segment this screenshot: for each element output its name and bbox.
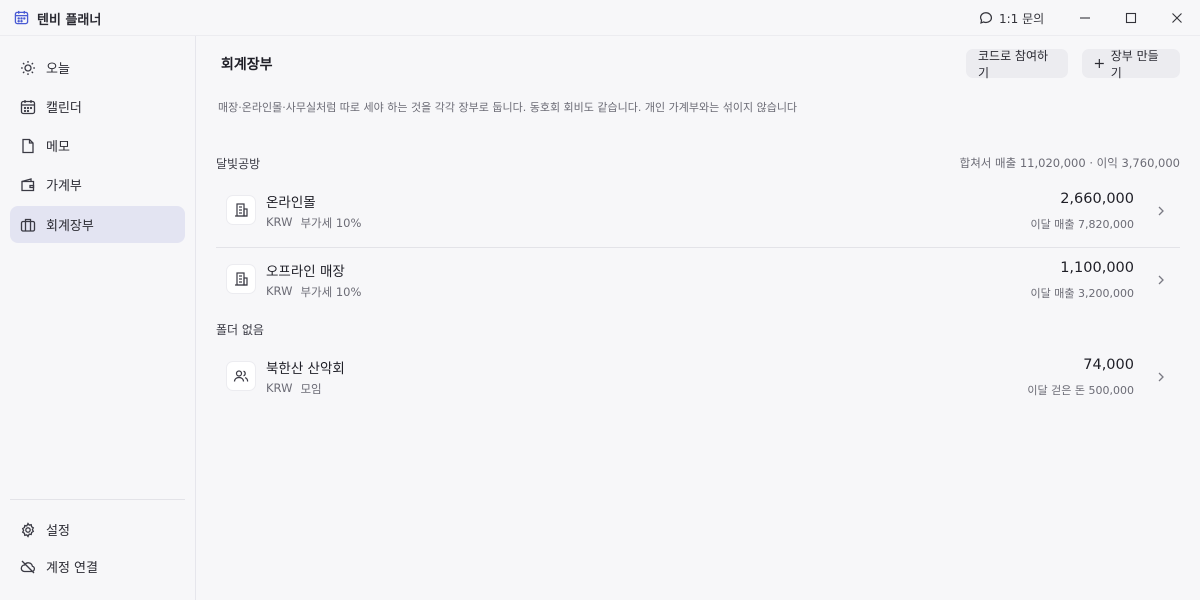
new-ledger-label: 장부 만들기	[1110, 48, 1159, 80]
ledger-sub-amount: 이달 걷은 돈 500,000	[1027, 384, 1134, 397]
ledger-sub-amount: 이달 매출 3,200,000	[1030, 287, 1134, 300]
ledger-row[interactable]: 북한산 산악회 KRW 모임 74,000 이달 걷은 돈 500,000	[216, 345, 1180, 413]
cloud-off-icon	[20, 560, 36, 573]
ledger-amount: 1,100,000	[1060, 260, 1134, 276]
ledger-meta: KRW 모임	[266, 381, 322, 397]
sidebar-item-label: 오늘	[46, 62, 70, 77]
ledger-amount: 2,660,000	[1060, 191, 1134, 207]
calendar-icon	[20, 99, 36, 114]
inquiry-button[interactable]: 1:1 문의	[979, 8, 1044, 28]
ledger-name: 오프라인 매장	[266, 264, 345, 280]
ledger-name: 온라인몰	[266, 195, 316, 211]
ledger-meta: KRW 부가세 10%	[266, 215, 361, 231]
wallet-icon	[21, 177, 35, 191]
app-title: 텐비 플래너	[37, 13, 102, 28]
sun-icon	[21, 60, 35, 75]
ledger-tag: 모임	[300, 382, 322, 396]
main-content: 회계장부 코드로 참여하기 장부 만들기 매장·온라인몰·사무실처럼 따로 세야…	[196, 36, 1200, 600]
chevron-right-icon	[1158, 275, 1164, 285]
close-button[interactable]	[1165, 6, 1189, 30]
sidebar-item-account-link[interactable]: 계정 연결	[10, 548, 185, 585]
page-description: 매장·온라인몰·사무실처럼 따로 세야 하는 것을 각각 장부로 둡니다. 동호…	[218, 101, 798, 114]
ledger-name: 북한산 산악회	[266, 361, 345, 377]
inquiry-label: 1:1 문의	[999, 11, 1045, 26]
ledger-row[interactable]: 온라인몰 KRW 부가세 10% 2,660,000 이달 매출 7,820,0…	[216, 179, 1180, 247]
sidebar-item-settings[interactable]: 설정	[10, 511, 185, 548]
ledger-amount: 74,000	[1083, 357, 1134, 373]
plus-icon	[1094, 59, 1104, 68]
gear-icon	[21, 521, 35, 538]
page-title: 회계장부	[221, 57, 273, 73]
sidebar-item-label: 회계장부	[46, 219, 94, 234]
group-summary: 합쳐서 매출 11,020,000 · 이익 3,760,000	[959, 156, 1180, 170]
minimize-button[interactable]	[1073, 6, 1097, 30]
title-bar: 텐비 플래너 1:1 문의	[0, 0, 1200, 36]
sidebar-item-label: 설정	[46, 524, 70, 539]
sidebar-item-label: 계정 연결	[46, 561, 98, 576]
briefcase-icon	[20, 218, 36, 232]
ledger-meta: KRW 부가세 10%	[266, 284, 361, 300]
ledger-tag: 부가세 10%	[300, 285, 362, 299]
sidebar-item-accounting[interactable]: 회계장부	[10, 206, 185, 243]
group-label: 달빛공방	[216, 157, 261, 171]
sidebar-item-today[interactable]: 오늘	[10, 49, 185, 86]
ledger-currency: KRW	[266, 381, 293, 395]
sidebar-item-label: 가계부	[46, 179, 82, 194]
close-icon	[1172, 13, 1182, 23]
join-by-code-button[interactable]: 코드로 참여하기	[966, 49, 1068, 80]
ledger-currency: KRW	[266, 284, 293, 298]
sidebar-item-calendar[interactable]: 캘린더	[10, 88, 185, 125]
calendar-app-icon	[14, 10, 29, 25]
sidebar-item-household-ledger[interactable]: 가계부	[10, 166, 185, 203]
sidebar-divider	[10, 499, 185, 500]
building-icon	[226, 195, 256, 225]
users-icon	[226, 361, 256, 391]
group-label: 폴더 없음	[216, 323, 264, 337]
chevron-right-icon	[1158, 372, 1164, 382]
ledger-currency: KRW	[266, 215, 293, 229]
sidebar-item-label: 메모	[46, 140, 70, 155]
new-ledger-button[interactable]: 장부 만들기	[1082, 48, 1180, 80]
ledger-tag: 부가세 10%	[300, 216, 362, 230]
note-icon	[22, 138, 34, 153]
ledger-row[interactable]: 오프라인 매장 KRW 부가세 10% 1,100,000 이달 매출 3,20…	[216, 248, 1180, 316]
sidebar-item-label: 캘린더	[46, 101, 82, 116]
building-icon	[226, 264, 256, 294]
sidebar: 오늘 캘린더 메모 가계부 회계장부 설정 계정 연결	[0, 36, 196, 600]
maximize-icon	[1125, 12, 1137, 24]
chevron-right-icon	[1158, 206, 1164, 216]
minimize-icon	[1080, 17, 1090, 19]
sidebar-item-memo[interactable]: 메모	[10, 127, 185, 164]
maximize-button[interactable]	[1119, 6, 1143, 30]
ledger-sub-amount: 이달 매출 7,820,000	[1030, 218, 1134, 231]
chat-bubble-icon	[979, 12, 993, 24]
